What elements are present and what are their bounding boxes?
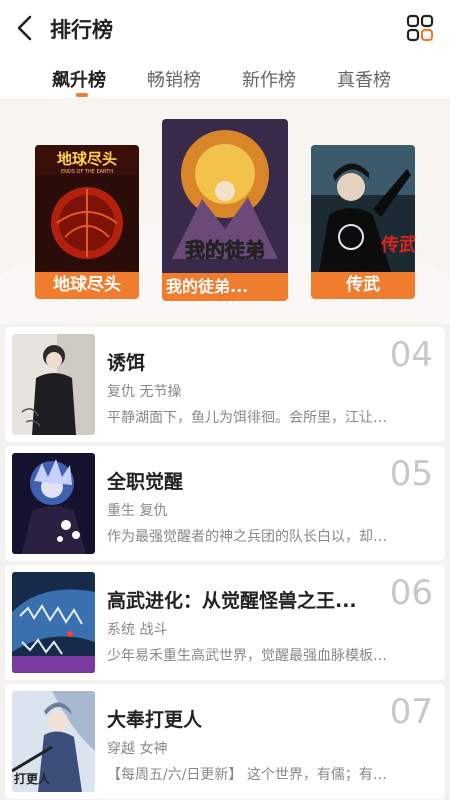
item-tags: 复仇 无节操 (107, 384, 182, 400)
cover-image: 打更人 (12, 691, 95, 792)
cover-title: 传武 (380, 234, 415, 256)
header-bar: 排行榜 (0, 0, 450, 56)
chevron-left-icon[interactable] (12, 14, 38, 42)
item-description: 平静湖面下，鱼儿为饵徘徊。会所里，江让… (107, 410, 387, 426)
tab-new-works[interactable]: 新作榜 (242, 66, 296, 92)
tab-must-read[interactable]: 真香榜 (337, 66, 391, 92)
cover-image (12, 453, 95, 554)
top-card-1[interactable]: 我的徒弟 我的徒弟... (162, 119, 288, 301)
item-description: 作为最强觉醒者的神之兵团的队长白以，却… (107, 529, 387, 545)
item-description: 【每周五/六/日更新】 这个世界，有儒；有… (107, 767, 387, 783)
cover-title: 地球尽头 (57, 150, 117, 168)
list-item[interactable]: 全职觉醒 05 重生 复仇 作为最强觉醒者的神之兵团的队长白以，却… (5, 446, 445, 561)
top-card-2[interactable]: 地球尽头 ENDS OF THE EARTH 地球尽头 (35, 145, 139, 299)
active-tab-indicator (76, 93, 88, 97)
list-item[interactable]: 高武进化：从觉醒怪兽之王... 06 系统 战斗 少年易禾重生高武世界，觉醒最强… (5, 565, 445, 680)
cover-image: 我的徒弟 (162, 119, 288, 273)
tab-bestselling[interactable]: 畅销榜 (147, 66, 201, 92)
item-title: 高武进化：从觉醒怪兽之王... (107, 590, 357, 612)
card-title: 传武 (311, 272, 415, 299)
rank-number: 06 (389, 573, 433, 613)
rank-number: 07 (389, 692, 433, 732)
top-card-3[interactable]: 传武 传武 (311, 145, 415, 299)
cover-image (12, 572, 95, 673)
rank-number: 04 (389, 335, 433, 375)
item-tags: 系统 战斗 (107, 622, 168, 638)
item-tags: 穿越 女神 (107, 741, 168, 757)
tab-soaring[interactable]: 飙升榜 (52, 66, 106, 92)
item-title: 诱饵 (107, 352, 146, 374)
top-three-podium: 地球尽头 ENDS OF THE EARTH 地球尽头 我的徒弟 我的徒弟...… (0, 98, 450, 324)
rank-number: 05 (389, 454, 433, 494)
cover-subtitle: ENDS OF THE EARTH (61, 169, 113, 175)
list-item[interactable]: 打更人 大奉打更人 07 穿越 女神 【每周五/六/日更新】 这个世界，有儒；有… (5, 684, 445, 799)
cover-image (12, 334, 95, 435)
item-description: 少年易禾重生高武世界，觉醒最强血脉模板… (107, 648, 387, 664)
item-tags: 重生 复仇 (107, 503, 168, 519)
item-title: 大奉打更人 (107, 709, 203, 731)
cover-title: 我的徒弟 (185, 238, 265, 262)
page-title: 排行榜 (50, 18, 113, 42)
card-title: 地球尽头 (35, 272, 139, 299)
cover-image: 传武 (311, 145, 415, 272)
item-title: 全职觉醒 (107, 471, 184, 493)
cover-image: 地球尽头 ENDS OF THE EARTH (35, 145, 139, 272)
ranking-tabs: 飙升榜 畅销榜 新作榜 真香榜 (0, 56, 450, 98)
card-title: 我的徒弟... (162, 273, 288, 301)
svg-text:打更人: 打更人 (14, 771, 51, 786)
grid-icon[interactable] (406, 14, 434, 42)
list-item[interactable]: 诱饵 04 复仇 无节操 平静湖面下，鱼儿为饵徘徊。会所里，江让… (5, 327, 445, 442)
